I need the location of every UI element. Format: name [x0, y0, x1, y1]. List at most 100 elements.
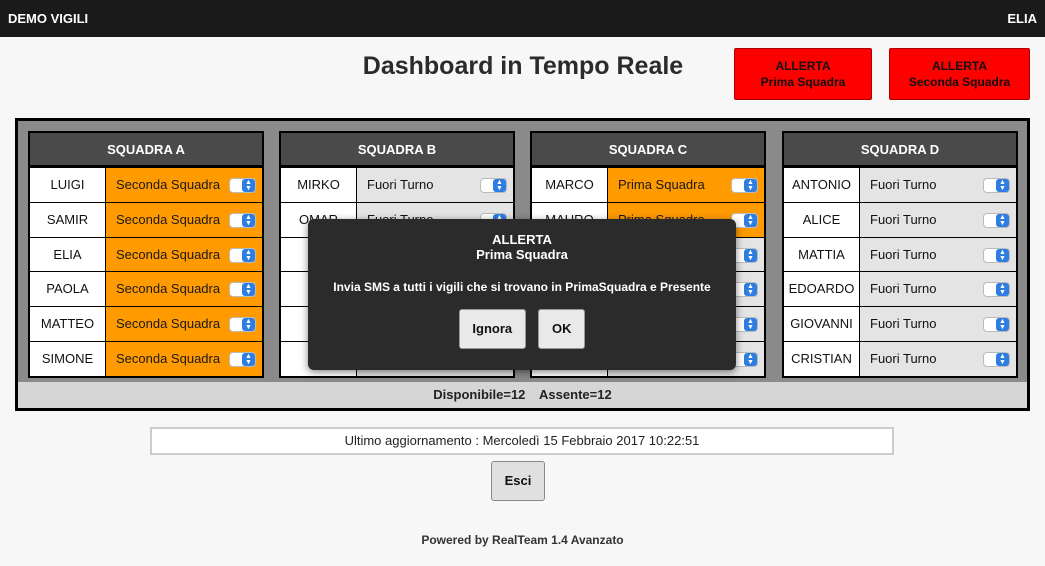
member-row: MIRKO Fuori Turno ▲ ▼ [281, 167, 513, 202]
status-dropdown-control[interactable]: ▲▼ [983, 282, 1010, 298]
member-name: ALICE [784, 202, 860, 237]
footer-text: Powered by RealTeam 1.4 Avanzato [421, 533, 624, 547]
chevron-updown-icon: ▲▼ [242, 283, 255, 297]
member-row: MARCO Prima Squadra ▲ ▼ [532, 167, 764, 202]
status-dropdown-control[interactable]: ▲▼ [229, 247, 256, 263]
chevron-updown-icon: ▲▼ [242, 352, 255, 366]
member-name: PAOLA [30, 272, 106, 307]
squad-header: SQUADRA A [30, 133, 262, 167]
user-name[interactable]: ELIA [1007, 11, 1037, 26]
member-name: SAMIR [30, 202, 106, 237]
member-row: CRISTIAN Fuori Turno ▲ ▼ [784, 340, 1016, 376]
status-label: Fuori Turno [870, 281, 937, 297]
member-status-select[interactable]: Seconda Squadra ▲ ▼ [106, 272, 262, 307]
member-status-select[interactable]: Seconda Squadra ▲ ▼ [106, 237, 262, 272]
chevron-updown-icon: ▲▼ [744, 248, 757, 262]
member-row: EDOARDO Fuori Turno ▲ ▼ [784, 271, 1016, 307]
absent-count: Assente=12 [539, 387, 612, 402]
chevron-updown-icon: ▲▼ [996, 213, 1009, 227]
alert-first-squad-button[interactable]: ALLERTA Prima Squadra [734, 48, 872, 100]
exit-button[interactable]: Esci [491, 461, 545, 501]
chevron-updown-icon: ▲▼ [996, 179, 1009, 192]
member-name: MIRKO [281, 168, 357, 202]
status-label: Fuori Turno [870, 211, 937, 227]
member-status-select[interactable]: Seconda Squadra ▲ ▼ [106, 307, 262, 341]
dialog-subtitle: Prima Squadra [476, 247, 568, 262]
status-label: Seconda Squadra [116, 281, 221, 297]
member-status-select[interactable]: Fuori Turno ▲▼ [357, 168, 513, 202]
alert-label: ALLERTA [931, 59, 988, 73]
top-bar: DEMO VIGILI ELIA [0, 0, 1045, 37]
app-brand[interactable]: DEMO VIGILI [8, 11, 88, 26]
chevron-updown-icon: ▲▼ [744, 283, 757, 297]
status-label: Seconda Squadra [116, 246, 221, 262]
last-update-status: Ultimo aggiornamento : Mercoledì 15 Febb… [150, 427, 894, 455]
member-name: SIMONE [30, 341, 106, 376]
member-name: ANTONIO [784, 168, 860, 202]
page-title: Dashboard in Tempo Reale [362, 52, 684, 80]
totals-bar: Disponibile=12 Assente=12 [18, 382, 1027, 408]
status-label: Seconda Squadra [116, 177, 221, 192]
member-status-select[interactable]: Fuori Turno ▲▼ [860, 168, 1016, 202]
status-label: Fuori Turno [870, 350, 937, 366]
alert-squad-label: Seconda Squadra [908, 75, 1011, 89]
member-status-select[interactable]: Seconda Squadra ▲ ▼ [106, 341, 262, 376]
chevron-updown-icon: ▲▼ [744, 179, 757, 192]
status-label: Fuori Turno [870, 246, 937, 262]
dialog-title: ALLERTA [492, 232, 552, 247]
chevron-updown-icon: ▲▼ [242, 213, 255, 227]
chevron-updown-icon: ▲▼ [744, 213, 757, 227]
member-status-select[interactable]: Fuori Turno ▲▼ [860, 272, 1016, 307]
status-dropdown-control[interactable]: ▲▼ [731, 178, 758, 193]
ignore-button[interactable]: Ignora [458, 309, 526, 349]
status-dropdown-control[interactable]: ▲▼ [983, 212, 1010, 228]
squad-table: SQUADRA D ANTONIO Fuori Turno ▲ ▼ ALICE Fuori … [782, 131, 1018, 378]
chevron-updown-icon: ▲▼ [996, 248, 1009, 262]
status-dropdown-control[interactable]: ▲▼ [229, 212, 256, 228]
member-row: PAOLA Seconda Squadra ▲ ▼ [30, 271, 262, 307]
status-dropdown-control[interactable]: ▲▼ [983, 317, 1010, 333]
status-dropdown-control[interactable]: ▲▼ [983, 178, 1010, 193]
member-row: ALICE Fuori Turno ▲ ▼ [784, 201, 1016, 237]
member-name: MARCO [532, 168, 608, 202]
member-name: ELIA [30, 237, 106, 272]
status-label: Seconda Squadra [116, 211, 221, 227]
member-status-select[interactable]: Seconda Squadra ▲ ▼ [106, 202, 262, 237]
alert-second-squad-button[interactable]: ALLERTA Seconda Squadra [889, 48, 1030, 100]
member-name: MATTIA [784, 237, 860, 272]
status-dropdown-control[interactable]: ▲▼ [229, 317, 256, 333]
squad-header: SQUADRA D [784, 133, 1016, 167]
chevron-updown-icon: ▲▼ [242, 179, 255, 192]
chevron-updown-icon: ▲▼ [744, 318, 757, 332]
chevron-updown-icon: ▲▼ [996, 283, 1009, 297]
alert-squad-label: Prima Squadra [760, 75, 846, 89]
member-name: CRISTIAN [784, 341, 860, 376]
status-dropdown-control[interactable]: ▲▼ [229, 351, 256, 367]
status-label: Fuori Turno [367, 177, 434, 192]
chevron-updown-icon: ▲▼ [744, 352, 757, 366]
status-dropdown-control[interactable]: ▲▼ [983, 247, 1010, 263]
member-status-select[interactable]: Prima Squadra ▲▼ [608, 168, 764, 202]
member-row: ANTONIO Fuori Turno ▲ ▼ [784, 167, 1016, 202]
ok-button[interactable]: OK [538, 309, 586, 349]
status-dropdown-control[interactable]: ▲▼ [229, 282, 256, 298]
member-status-select[interactable]: Seconda Squadra ▲ ▼ [106, 168, 262, 202]
chevron-updown-icon: ▲▼ [996, 318, 1009, 332]
member-status-select[interactable]: Fuori Turno ▲▼ [860, 341, 1016, 376]
status-label: Seconda Squadra [116, 316, 221, 332]
member-status-select[interactable]: Fuori Turno ▲▼ [860, 307, 1016, 341]
status-label: Seconda Squadra [116, 350, 221, 366]
alert-label: ALLERTA [775, 59, 831, 73]
member-status-select[interactable]: Fuori Turno ▲▼ [860, 202, 1016, 237]
status-dropdown-control[interactable]: ▲▼ [983, 351, 1010, 367]
chevron-updown-icon: ▲▼ [996, 352, 1009, 366]
chevron-updown-icon: ▲▼ [242, 318, 255, 332]
member-name: MATTEO [30, 307, 106, 341]
member-status-select[interactable]: Fuori Turno ▲▼ [860, 237, 1016, 272]
squad-header: SQUADRA B [281, 133, 513, 167]
member-row: SAMIR Seconda Squadra ▲ ▼ [30, 201, 262, 237]
status-dropdown-control[interactable]: ▲▼ [229, 178, 256, 193]
member-name: EDOARDO [784, 272, 860, 307]
status-label: Fuori Turno [870, 177, 937, 192]
status-dropdown-control[interactable]: ▲▼ [480, 178, 507, 193]
